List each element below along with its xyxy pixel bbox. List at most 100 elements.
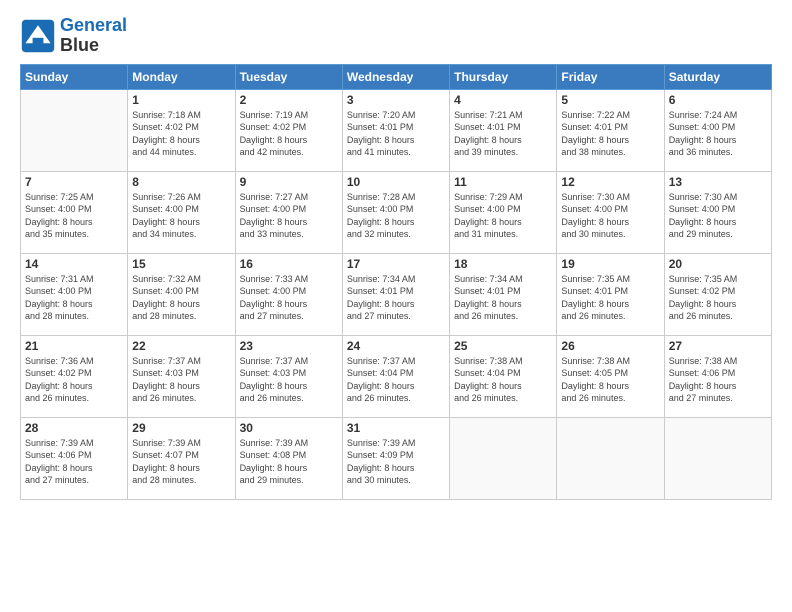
day-number: 8	[132, 175, 230, 189]
day-info: Sunrise: 7:32 AMSunset: 4:00 PMDaylight:…	[132, 273, 230, 323]
day-number: 14	[25, 257, 123, 271]
day-info: Sunrise: 7:36 AMSunset: 4:02 PMDaylight:…	[25, 355, 123, 405]
day-header-sunday: Sunday	[21, 64, 128, 89]
calendar-cell: 30 Sunrise: 7:39 AMSunset: 4:08 PMDayligh…	[235, 417, 342, 499]
logo: General Blue	[20, 16, 127, 56]
day-number: 20	[669, 257, 767, 271]
day-number: 28	[25, 421, 123, 435]
calendar-cell	[664, 417, 771, 499]
day-number: 10	[347, 175, 445, 189]
calendar-cell: 18 Sunrise: 7:34 AMSunset: 4:01 PMDayligh…	[450, 253, 557, 335]
day-number: 13	[669, 175, 767, 189]
day-number: 17	[347, 257, 445, 271]
week-row-5: 28 Sunrise: 7:39 AMSunset: 4:06 PMDayligh…	[21, 417, 772, 499]
day-number: 16	[240, 257, 338, 271]
day-number: 27	[669, 339, 767, 353]
day-number: 1	[132, 93, 230, 107]
day-header-saturday: Saturday	[664, 64, 771, 89]
day-info: Sunrise: 7:33 AMSunset: 4:00 PMDaylight:…	[240, 273, 338, 323]
day-header-monday: Monday	[128, 64, 235, 89]
day-info: Sunrise: 7:39 AMSunset: 4:06 PMDaylight:…	[25, 437, 123, 487]
calendar-cell: 29 Sunrise: 7:39 AMSunset: 4:07 PMDayligh…	[128, 417, 235, 499]
calendar-cell: 23 Sunrise: 7:37 AMSunset: 4:03 PMDayligh…	[235, 335, 342, 417]
day-number: 21	[25, 339, 123, 353]
calendar-table: SundayMondayTuesdayWednesdayThursdayFrid…	[20, 64, 772, 500]
header-row: SundayMondayTuesdayWednesdayThursdayFrid…	[21, 64, 772, 89]
day-info: Sunrise: 7:30 AMSunset: 4:00 PMDaylight:…	[561, 191, 659, 241]
calendar-cell	[450, 417, 557, 499]
day-number: 26	[561, 339, 659, 353]
day-info: Sunrise: 7:37 AMSunset: 4:03 PMDaylight:…	[240, 355, 338, 405]
day-header-wednesday: Wednesday	[342, 64, 449, 89]
header: General Blue	[20, 16, 772, 56]
calendar-cell: 12 Sunrise: 7:30 AMSunset: 4:00 PMDayligh…	[557, 171, 664, 253]
calendar-cell: 5 Sunrise: 7:22 AMSunset: 4:01 PMDaylight…	[557, 89, 664, 171]
week-row-1: 1 Sunrise: 7:18 AMSunset: 4:02 PMDaylight…	[21, 89, 772, 171]
day-number: 7	[25, 175, 123, 189]
day-number: 22	[132, 339, 230, 353]
day-number: 4	[454, 93, 552, 107]
day-number: 12	[561, 175, 659, 189]
day-number: 15	[132, 257, 230, 271]
calendar-cell: 15 Sunrise: 7:32 AMSunset: 4:00 PMDayligh…	[128, 253, 235, 335]
calendar-cell: 9Sunrise: 7:27 AMSunset: 4:00 PMDaylight…	[235, 171, 342, 253]
day-info: Sunrise: 7:20 AMSunset: 4:01 PMDaylight:…	[347, 109, 445, 159]
day-number: 2	[240, 93, 338, 107]
calendar-cell: 20 Sunrise: 7:35 AMSunset: 4:02 PMDayligh…	[664, 253, 771, 335]
day-info: Sunrise: 7:19 AMSunset: 4:02 PMDaylight:…	[240, 109, 338, 159]
day-number: 9	[240, 175, 338, 189]
day-info: Sunrise: 7:39 AMSunset: 4:09 PMDaylight:…	[347, 437, 445, 487]
calendar-cell: 25 Sunrise: 7:38 AMSunset: 4:04 PMDayligh…	[450, 335, 557, 417]
calendar-cell: 26 Sunrise: 7:38 AMSunset: 4:05 PMDayligh…	[557, 335, 664, 417]
day-number: 29	[132, 421, 230, 435]
day-info: Sunrise: 7:30 AMSunset: 4:00 PMDaylight:…	[669, 191, 767, 241]
week-row-3: 14Sunrise: 7:31 AMSunset: 4:00 PMDayligh…	[21, 253, 772, 335]
calendar-cell: 6Sunrise: 7:24 AMSunset: 4:00 PMDaylight…	[664, 89, 771, 171]
calendar-cell: 27 Sunrise: 7:38 AMSunset: 4:06 PMDayligh…	[664, 335, 771, 417]
calendar-cell: 28 Sunrise: 7:39 AMSunset: 4:06 PMDayligh…	[21, 417, 128, 499]
day-info: Sunrise: 7:35 AMSunset: 4:02 PMDaylight:…	[669, 273, 767, 323]
day-info: Sunrise: 7:38 AMSunset: 4:05 PMDaylight:…	[561, 355, 659, 405]
calendar-cell: 21 Sunrise: 7:36 AMSunset: 4:02 PMDayligh…	[21, 335, 128, 417]
calendar-cell: 31 Sunrise: 7:39 AMSunset: 4:09 PMDayligh…	[342, 417, 449, 499]
week-row-4: 21 Sunrise: 7:36 AMSunset: 4:02 PMDayligh…	[21, 335, 772, 417]
day-info: Sunrise: 7:38 AMSunset: 4:04 PMDaylight:…	[454, 355, 552, 405]
day-number: 5	[561, 93, 659, 107]
logo-text: General Blue	[60, 16, 127, 56]
day-info: Sunrise: 7:24 AMSunset: 4:00 PMDaylight:…	[669, 109, 767, 159]
calendar-cell: 3 Sunrise: 7:20 AMSunset: 4:01 PMDaylight…	[342, 89, 449, 171]
day-info: Sunrise: 7:29 AMSunset: 4:00 PMDaylight:…	[454, 191, 552, 241]
day-info: Sunrise: 7:39 AMSunset: 4:07 PMDaylight:…	[132, 437, 230, 487]
day-number: 11	[454, 175, 552, 189]
calendar-cell: 8Sunrise: 7:26 AMSunset: 4:00 PMDaylight…	[128, 171, 235, 253]
day-number: 30	[240, 421, 338, 435]
calendar-cell: 13 Sunrise: 7:30 AMSunset: 4:00 PMDayligh…	[664, 171, 771, 253]
calendar-cell: 10 Sunrise: 7:28 AMSunset: 4:00 PMDayligh…	[342, 171, 449, 253]
day-number: 25	[454, 339, 552, 353]
day-header-tuesday: Tuesday	[235, 64, 342, 89]
day-header-thursday: Thursday	[450, 64, 557, 89]
day-number: 23	[240, 339, 338, 353]
day-info: Sunrise: 7:18 AMSunset: 4:02 PMDaylight:…	[132, 109, 230, 159]
day-info: Sunrise: 7:38 AMSunset: 4:06 PMDaylight:…	[669, 355, 767, 405]
day-number: 19	[561, 257, 659, 271]
calendar-cell: 7 Sunrise: 7:25 AMSunset: 4:00 PMDaylight…	[21, 171, 128, 253]
day-number: 31	[347, 421, 445, 435]
day-number: 3	[347, 93, 445, 107]
calendar-cell: 1 Sunrise: 7:18 AMSunset: 4:02 PMDaylight…	[128, 89, 235, 171]
day-info: Sunrise: 7:34 AMSunset: 4:01 PMDaylight:…	[347, 273, 445, 323]
calendar-cell: 4Sunrise: 7:21 AMSunset: 4:01 PMDaylight…	[450, 89, 557, 171]
day-info: Sunrise: 7:28 AMSunset: 4:00 PMDaylight:…	[347, 191, 445, 241]
calendar-cell	[557, 417, 664, 499]
day-info: Sunrise: 7:34 AMSunset: 4:01 PMDaylight:…	[454, 273, 552, 323]
calendar-cell: 11 Sunrise: 7:29 AMSunset: 4:00 PMDayligh…	[450, 171, 557, 253]
day-number: 18	[454, 257, 552, 271]
logo-icon	[20, 18, 56, 54]
calendar-cell: 19Sunrise: 7:35 AMSunset: 4:01 PMDayligh…	[557, 253, 664, 335]
day-info: Sunrise: 7:25 AMSunset: 4:00 PMDaylight:…	[25, 191, 123, 241]
calendar-cell: 17 Sunrise: 7:34 AMSunset: 4:01 PMDayligh…	[342, 253, 449, 335]
page-container: General Blue SundayMondayTuesdayWednesda…	[0, 0, 792, 612]
day-info: Sunrise: 7:39 AMSunset: 4:08 PMDaylight:…	[240, 437, 338, 487]
day-info: Sunrise: 7:37 AMSunset: 4:04 PMDaylight:…	[347, 355, 445, 405]
day-info: Sunrise: 7:22 AMSunset: 4:01 PMDaylight:…	[561, 109, 659, 159]
